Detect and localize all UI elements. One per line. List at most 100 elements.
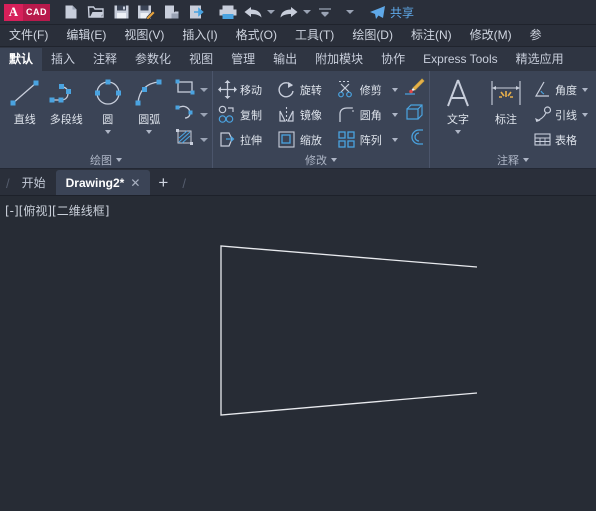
leader-dropdown-icon[interactable] bbox=[582, 112, 588, 117]
ribbon-tab-express-tools[interactable]: Express Tools bbox=[414, 48, 506, 71]
drawing-canvas[interactable]: [-][俯视][二维线框] bbox=[0, 196, 596, 511]
menu-bar: 文件(F) 编辑(E) 视图(V) 插入(I) 格式(O) 工具(T) 绘图(D… bbox=[0, 25, 596, 47]
trim-button[interactable]: 修剪 bbox=[337, 77, 390, 102]
menu-item-file[interactable]: 文件(F) bbox=[0, 25, 57, 46]
ribbon-tab-view[interactable]: 视图 bbox=[180, 48, 222, 71]
menu-item-draw[interactable]: 绘图(D) bbox=[343, 25, 402, 46]
document-tab-start[interactable]: 开始 bbox=[12, 170, 56, 195]
text-dropdown-icon[interactable] bbox=[455, 130, 461, 134]
menu-item-view[interactable]: 视图(V) bbox=[115, 25, 173, 46]
menu-item-edit[interactable]: 编辑(E) bbox=[57, 25, 115, 46]
document-tab-drawing2[interactable]: Drawing2* ✕ bbox=[55, 170, 151, 195]
open-trapezoid-shape[interactable] bbox=[220, 245, 478, 416]
redo-dropdown-icon[interactable] bbox=[303, 10, 311, 14]
ribbon-tab-insert[interactable]: 插入 bbox=[42, 48, 84, 71]
menu-item-tools[interactable]: 工具(T) bbox=[286, 25, 343, 46]
match-properties-button[interactable] bbox=[403, 77, 425, 102]
ribbon-tab-featured-apps[interactable]: 精选应用 bbox=[507, 48, 573, 71]
modify-panel-title-row[interactable]: 修改 bbox=[213, 152, 429, 168]
new-file-icon[interactable] bbox=[60, 1, 82, 23]
mirror-label: 镜像 bbox=[299, 109, 322, 122]
menu-item-parametric[interactable]: 参 bbox=[521, 25, 551, 46]
rotate-button[interactable]: 旋转 bbox=[277, 77, 337, 102]
ribbon-tab-home[interactable]: 默认 bbox=[0, 48, 43, 71]
copy-button[interactable]: 复制 bbox=[217, 102, 277, 127]
share-button[interactable]: 共享 bbox=[369, 4, 414, 21]
draw-panel-expand-icon[interactable] bbox=[116, 158, 122, 162]
stretch-label: 拉伸 bbox=[240, 134, 262, 147]
array-dropdown-row[interactable] bbox=[390, 127, 401, 152]
menu-item-modify[interactable]: 修改(M) bbox=[461, 25, 521, 46]
arc-button[interactable]: 圆弧 bbox=[129, 74, 171, 134]
qat-customize-icon[interactable] bbox=[314, 1, 336, 23]
move-button[interactable]: 移动 bbox=[217, 77, 277, 102]
dimension-button[interactable]: 标注 bbox=[482, 74, 530, 127]
ribbon-tab-manage[interactable]: 管理 bbox=[222, 48, 264, 71]
modify-col-2: 旋转 镜像 缩放 bbox=[277, 74, 337, 152]
arc-small-button[interactable] bbox=[174, 102, 208, 127]
trim-dropdown-row[interactable] bbox=[390, 77, 401, 102]
ribbon-tab-addins[interactable]: 附加模块 bbox=[306, 48, 372, 71]
arc-small-dropdown-icon[interactable] bbox=[200, 112, 208, 117]
rotate-label: 旋转 bbox=[299, 84, 322, 97]
array-dropdown-icon[interactable] bbox=[391, 137, 398, 142]
leader-button[interactable]: 引线 bbox=[532, 102, 590, 127]
angular-dimension-dropdown-icon[interactable] bbox=[582, 87, 588, 92]
menu-item-dimension[interactable]: 标注(N) bbox=[402, 25, 461, 46]
print-icon[interactable] bbox=[217, 1, 239, 23]
qat-more-icon[interactable] bbox=[339, 1, 361, 23]
modify-panel-expand-icon[interactable] bbox=[331, 158, 337, 162]
circle-button[interactable]: 圆 bbox=[87, 74, 129, 134]
line-button[interactable]: 直线 bbox=[4, 74, 46, 127]
save-icon[interactable] bbox=[110, 1, 132, 23]
fillet-dropdown-row[interactable] bbox=[390, 102, 401, 127]
tab-separator-end: / bbox=[182, 176, 187, 191]
stretch-button[interactable]: 拉伸 bbox=[217, 127, 277, 152]
fillet-dropdown-icon[interactable] bbox=[391, 112, 398, 117]
menu-item-insert[interactable]: 插入(I) bbox=[173, 25, 226, 46]
open-file-icon[interactable] bbox=[85, 1, 107, 23]
draw-panel-title-row[interactable]: 绘图 bbox=[0, 152, 212, 168]
leader-label: 引线 bbox=[555, 109, 577, 122]
copy-label: 复制 bbox=[240, 109, 262, 122]
circle-label: 圆 bbox=[102, 114, 114, 126]
ribbon-tab-annotate[interactable]: 注释 bbox=[84, 48, 126, 71]
fillet-button[interactable]: 圆角 bbox=[337, 102, 390, 127]
rectangle-button[interactable] bbox=[174, 77, 208, 102]
close-icon[interactable]: ✕ bbox=[130, 176, 140, 190]
arc-dropdown-icon[interactable] bbox=[146, 130, 153, 134]
modify-col-1: 移动 复制 拉伸 bbox=[217, 74, 277, 152]
undo-icon[interactable] bbox=[242, 1, 264, 23]
annotation-panel-title-row[interactable]: 注释 bbox=[430, 152, 596, 168]
hatch-button[interactable] bbox=[174, 127, 208, 152]
save-as-icon[interactable] bbox=[135, 1, 157, 23]
ribbon-tab-parametric[interactable]: 参数化 bbox=[126, 48, 180, 71]
three-d-box-button[interactable] bbox=[403, 102, 425, 127]
trim-dropdown-icon[interactable] bbox=[391, 87, 398, 92]
new-tab-button[interactable]: + bbox=[150, 170, 176, 195]
scale-button[interactable]: 缩放 bbox=[277, 127, 337, 152]
mirror-button[interactable]: 镜像 bbox=[277, 102, 337, 127]
menu-item-format[interactable]: 格式(O) bbox=[227, 25, 286, 46]
plot-preview-icon[interactable] bbox=[160, 1, 182, 23]
redo-icon[interactable] bbox=[278, 1, 300, 23]
annotation-panel: 文字 标注 角度 引线 表格 注释 bbox=[430, 71, 596, 168]
angular-dimension-label: 角度 bbox=[555, 84, 577, 97]
dimension-icon bbox=[488, 77, 524, 109]
rectangle-dropdown-icon[interactable] bbox=[200, 87, 208, 92]
ribbon-tab-collaborate[interactable]: 协作 bbox=[372, 48, 414, 71]
angular-dimension-button[interactable]: 角度 bbox=[532, 77, 590, 102]
polyline-button[interactable]: 多段线 bbox=[46, 74, 88, 127]
undo-dropdown-icon[interactable] bbox=[267, 10, 275, 14]
ribbon-tab-output[interactable]: 输出 bbox=[264, 48, 306, 71]
layers-button[interactable] bbox=[403, 127, 425, 152]
array-button[interactable]: 阵列 bbox=[337, 127, 390, 152]
circle-dropdown-icon[interactable] bbox=[104, 130, 111, 134]
export-icon[interactable] bbox=[185, 1, 207, 23]
annotation-panel-expand-icon[interactable] bbox=[523, 158, 529, 162]
text-label: 文字 bbox=[447, 114, 469, 126]
hatch-dropdown-icon[interactable] bbox=[200, 137, 208, 142]
text-button[interactable]: 文字 bbox=[434, 74, 482, 134]
trim-icon bbox=[337, 80, 357, 100]
table-button[interactable]: 表格 bbox=[532, 127, 590, 152]
